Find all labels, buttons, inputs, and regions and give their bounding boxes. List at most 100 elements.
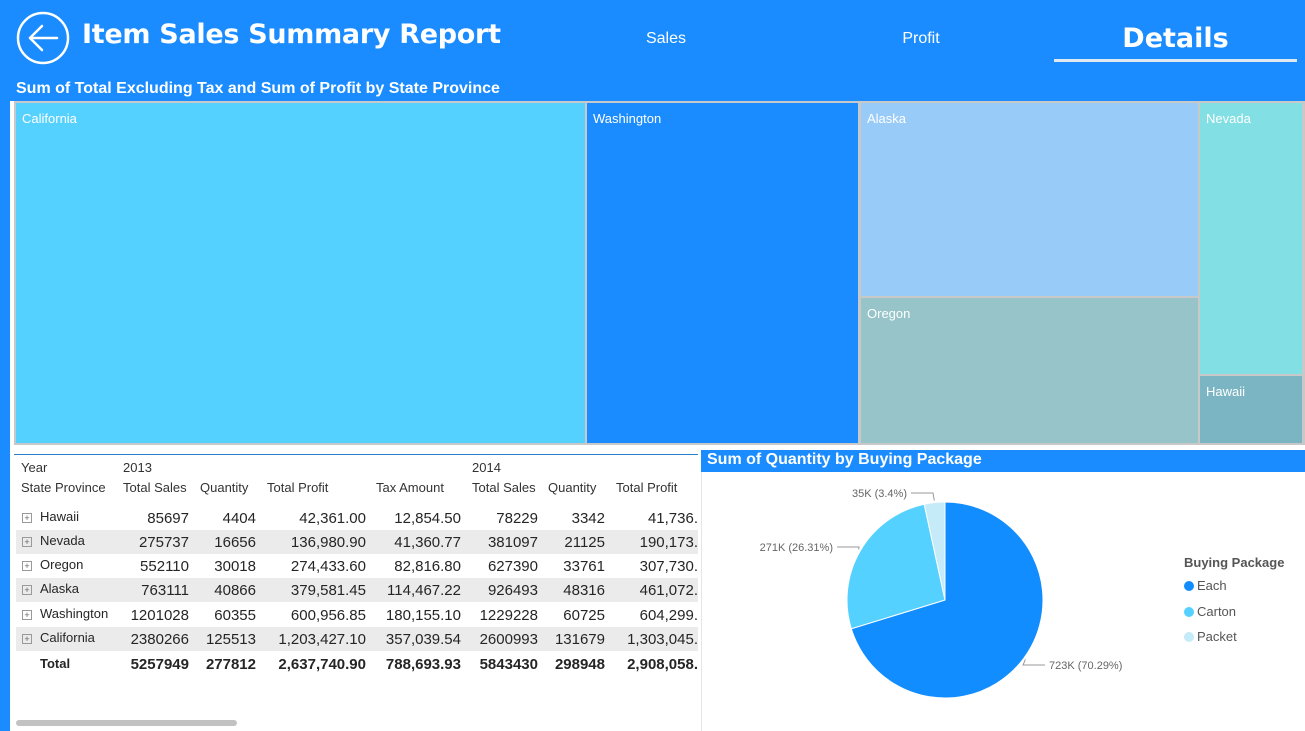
value-cell: 926493 <box>487 582 538 599</box>
header-total-sales-2014[interactable]: Total Sales <box>472 480 536 495</box>
value-cell: 41,360.77 <box>394 534 461 551</box>
value-cell: 2380266 <box>130 631 189 648</box>
pie-chart: 723K (70.29%) 271K (26.31%) 35K (3.4%) <box>760 488 1122 699</box>
value-cell: 1201028 <box>130 607 189 624</box>
total-value-cell: 298948 <box>554 656 605 673</box>
expand-row-icon[interactable]: + <box>22 537 32 547</box>
total-value-cell: 2,637,740.90 <box>278 656 366 673</box>
value-cell: 2600993 <box>479 631 538 648</box>
expand-row-icon[interactable]: + <box>22 634 32 644</box>
value-cell: 461,072. <box>639 582 698 599</box>
page-title: Item Sales Summary Report <box>82 19 501 50</box>
total-value-cell: 2,908,058. <box>627 656 698 673</box>
value-cell: 60355 <box>214 607 256 624</box>
header-total-profit-2014[interactable]: Total Profit <box>616 480 677 495</box>
legend-dot-carton <box>1184 607 1194 617</box>
value-cell: 60725 <box>563 607 605 624</box>
tab-details[interactable]: Details <box>1054 23 1297 54</box>
legend-title: Buying Package <box>1184 555 1285 570</box>
treemap-tile-alaska[interactable]: Alaska <box>861 103 1198 296</box>
header-year-2013[interactable]: 2013 <box>123 460 152 475</box>
value-cell: 85697 <box>147 510 189 527</box>
state-cell: California <box>40 630 95 645</box>
treemap-tile-hawaii[interactable]: Hawaii <box>1200 376 1302 443</box>
value-cell: 763111 <box>141 582 189 599</box>
total-value-cell: 5843430 <box>479 656 538 673</box>
value-cell: 48316 <box>563 582 605 599</box>
matrix-top-border <box>14 454 698 455</box>
value-cell: 136,980.90 <box>290 534 366 551</box>
legend-dot-packet <box>1184 632 1194 642</box>
header-year-label: Year <box>21 460 48 475</box>
back-arrow-icon[interactable] <box>16 11 70 65</box>
value-cell: 1,203,427.10 <box>278 631 366 648</box>
pie-title-bar: Sum of Quantity by Buying Package <box>701 450 1305 472</box>
leader-line <box>837 546 860 550</box>
treemap-tile-nevada[interactable]: Nevada <box>1200 103 1302 374</box>
value-cell: 114,467.22 <box>387 582 461 599</box>
header-quantity-2014[interactable]: Quantity <box>548 480 596 495</box>
data-label-each: 723K (70.29%) <box>1049 660 1122 672</box>
value-cell: 12,854.50 <box>394 510 461 527</box>
report-header: Item Sales Summary Report Sales Profit D… <box>0 0 1305 79</box>
total-value-cell: 5257949 <box>130 656 189 673</box>
total-value-cell: 788,693.93 <box>385 656 461 673</box>
horizontal-scrollbar[interactable] <box>16 720 237 726</box>
state-cell: Hawaii <box>40 509 80 524</box>
value-cell: 600,956.85 <box>290 607 366 624</box>
state-cell: Oregon <box>40 557 84 572</box>
header-year-2014[interactable]: 2014 <box>472 460 501 475</box>
value-cell: 131679 <box>554 631 605 648</box>
value-cell: 604,299. <box>639 607 698 624</box>
tile-label: Hawaii <box>1206 384 1246 399</box>
value-cell: 379,581.45 <box>290 582 366 599</box>
legend-item-carton[interactable]: Carton <box>1184 604 1236 619</box>
treemap-title: Sum of Total Excluding Tax and Sum of Pr… <box>16 80 500 97</box>
legend-label: Packet <box>1197 629 1237 644</box>
expand-row-icon[interactable]: + <box>22 513 32 523</box>
value-cell: 1229228 <box>479 607 538 624</box>
expand-row-icon[interactable]: + <box>22 561 32 571</box>
treemap-title-bar: Sum of Total Excluding Tax and Sum of Pr… <box>10 79 1305 101</box>
state-cell: Alaska <box>40 581 80 596</box>
tile-label: Alaska <box>867 111 907 126</box>
header-total-sales-2013[interactable]: Total Sales <box>123 480 187 495</box>
tile-label: Oregon <box>867 306 911 321</box>
header-total-profit-2013[interactable]: Total Profit <box>267 480 328 495</box>
expand-row-icon[interactable]: + <box>22 585 32 595</box>
treemap-tile-california[interactable]: California <box>16 103 585 443</box>
value-cell: 40866 <box>214 582 256 599</box>
header-tax-amount-2013[interactable]: Tax Amount <box>376 480 444 495</box>
value-cell: 42,361.00 <box>299 510 366 527</box>
state-cell: Washington <box>40 606 109 621</box>
value-cell: 78229 <box>496 510 538 527</box>
tab-sales[interactable]: Sales <box>606 30 726 48</box>
value-cell: 21125 <box>564 534 605 551</box>
header-state-province[interactable]: State Province <box>21 480 106 495</box>
value-cell: 627390 <box>487 558 538 575</box>
value-cell: 30018 <box>214 558 256 575</box>
state-cell: Nevada <box>40 533 85 548</box>
sales-matrix: Year 2013 2014 State Province Total Sale… <box>14 452 698 731</box>
value-cell: 357,039.54 <box>385 631 461 648</box>
data-label-carton: 271K (26.31%) <box>760 542 833 554</box>
expand-row-icon[interactable]: + <box>22 610 32 620</box>
legend-item-packet[interactable]: Packet <box>1184 629 1237 644</box>
header-quantity-2013[interactable]: Quantity <box>200 480 248 495</box>
leader-line <box>1022 659 1045 666</box>
legend-dot-each <box>1184 581 1194 591</box>
value-cell: 125513 <box>205 631 256 648</box>
tile-label: Washington <box>593 111 662 126</box>
treemap: California Washington Alaska Oregon Neva… <box>14 101 1305 445</box>
value-cell: 275737 <box>138 534 189 551</box>
tab-profit[interactable]: Profit <box>861 30 981 48</box>
value-cell: 307,730. <box>639 558 698 575</box>
value-cell: 552110 <box>140 558 189 575</box>
value-cell: 381097 <box>487 534 538 551</box>
treemap-tile-washington[interactable]: Washington <box>587 103 858 443</box>
treemap-tile-oregon[interactable]: Oregon <box>861 298 1198 443</box>
value-cell: 274,433.60 <box>290 558 366 575</box>
total-value-cell: 277812 <box>205 656 256 673</box>
tile-label: Nevada <box>1206 111 1251 126</box>
legend-item-each[interactable]: Each <box>1184 578 1227 593</box>
